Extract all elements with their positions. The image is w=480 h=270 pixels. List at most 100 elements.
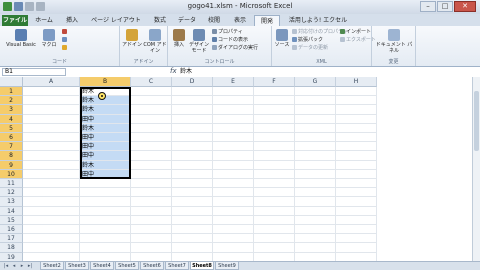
cell-h10[interactable] [336, 169, 377, 179]
cell-b4[interactable]: 田中 [80, 114, 131, 124]
sheet-tab-sheet9[interactable]: Sheet9 [215, 262, 239, 270]
cell-c2[interactable] [131, 96, 172, 106]
first-sheet-icon[interactable]: |◂ [3, 263, 9, 269]
cell-d8[interactable] [172, 151, 213, 161]
tab-page-layout[interactable]: ページ レイアウト [86, 15, 146, 26]
cell-f6[interactable] [254, 133, 295, 143]
sheet-tab-sheet6[interactable]: Sheet6 [140, 262, 164, 270]
cell-d13[interactable] [172, 197, 213, 207]
column-header-a[interactable]: A [23, 77, 80, 87]
cell-d6[interactable] [172, 133, 213, 143]
cell-e4[interactable] [213, 114, 254, 124]
tab-review[interactable]: 校閲 [202, 15, 226, 26]
cell-h4[interactable] [336, 114, 377, 124]
cell-f3[interactable] [254, 105, 295, 115]
cell-a8[interactable] [23, 151, 80, 161]
document-panel-button[interactable]: ドキュメント パネル [374, 29, 414, 54]
row-header-5[interactable]: 5 [0, 123, 23, 133]
cell-f18[interactable] [254, 243, 295, 253]
prev-sheet-icon[interactable]: ◂ [11, 263, 17, 269]
tab-custom[interactable]: 活用しよう! エクセル [282, 15, 354, 26]
minimize-button[interactable]: – [420, 1, 436, 12]
tab-view[interactable]: 表示 [228, 15, 252, 26]
cell-e12[interactable] [213, 188, 254, 198]
row-header-9[interactable]: 9 [0, 160, 23, 170]
cell-c8[interactable] [131, 151, 172, 161]
cell-g10[interactable] [295, 169, 336, 179]
cell-g13[interactable] [295, 197, 336, 207]
row-header-8[interactable]: 8 [0, 151, 23, 161]
cell-c9[interactable] [131, 160, 172, 170]
column-header-h[interactable]: H [336, 77, 377, 87]
cell-e17[interactable] [213, 234, 254, 244]
cell-b12[interactable] [80, 188, 131, 198]
com-addins-button[interactable]: COM アドイン [143, 29, 167, 54]
cell-f15[interactable] [254, 215, 295, 225]
cell-f9[interactable] [254, 160, 295, 170]
cell-a3[interactable] [23, 105, 80, 115]
cell-g4[interactable] [295, 114, 336, 124]
cell-b8[interactable]: 田中 [80, 151, 131, 161]
cell-h14[interactable] [336, 206, 377, 216]
sheet-tab-sheet8[interactable]: Sheet8 [190, 262, 214, 270]
cell-g16[interactable] [295, 225, 336, 235]
cell-e14[interactable] [213, 206, 254, 216]
relative-ref-row[interactable] [62, 37, 68, 43]
cell-b17[interactable] [80, 234, 131, 244]
cell-a16[interactable] [23, 225, 80, 235]
cell-e3[interactable] [213, 105, 254, 115]
cell-f4[interactable] [254, 114, 295, 124]
cell-g15[interactable] [295, 215, 336, 225]
cell-a13[interactable] [23, 197, 80, 207]
cell-c14[interactable] [131, 206, 172, 216]
cell-c15[interactable] [131, 215, 172, 225]
cell-h2[interactable] [336, 96, 377, 106]
cell-d4[interactable] [172, 114, 213, 124]
row-header-14[interactable]: 14 [0, 206, 23, 216]
cell-b15[interactable] [80, 215, 131, 225]
cell-f12[interactable] [254, 188, 295, 198]
cell-c10[interactable] [131, 169, 172, 179]
row-header-10[interactable]: 10 [0, 169, 23, 179]
cell-d16[interactable] [172, 225, 213, 235]
cell-h16[interactable] [336, 225, 377, 235]
cell-d11[interactable] [172, 179, 213, 189]
cell-c12[interactable] [131, 188, 172, 198]
tab-file[interactable]: ファイル [2, 15, 28, 26]
record-macro-row[interactable] [62, 29, 68, 35]
row-header-16[interactable]: 16 [0, 225, 23, 235]
cell-d9[interactable] [172, 160, 213, 170]
maximize-button[interactable]: □ [437, 1, 453, 12]
view-code-row[interactable]: コードの表示 [212, 37, 248, 43]
row-header-11[interactable]: 11 [0, 179, 23, 189]
export-row[interactable]: エクスポート [340, 37, 376, 43]
expansion-packs-row[interactable]: 拡張パック [292, 37, 323, 43]
cell-a11[interactable] [23, 179, 80, 189]
sheet-tab-sheet2[interactable]: Sheet2 [40, 262, 64, 270]
cell-g5[interactable] [295, 123, 336, 133]
cell-a1[interactable] [23, 87, 80, 97]
cell-h7[interactable] [336, 142, 377, 152]
cell-h12[interactable] [336, 188, 377, 198]
row-header-6[interactable]: 6 [0, 133, 23, 143]
next-sheet-icon[interactable]: ▸ [19, 263, 25, 269]
cell-b14[interactable] [80, 206, 131, 216]
name-box[interactable]: B1 [2, 68, 66, 76]
worksheet-grid[interactable]: A B C D E F G H 1 鈴木 2 鈴木 3 鈴木 4 田中 5 鈴木 6 田中 7 田中 8 田中 9 鈴木 10 田中 1… [0, 77, 480, 270]
cell-a6[interactable] [23, 133, 80, 143]
cell-h13[interactable] [336, 197, 377, 207]
sheet-tab-sheet7[interactable]: Sheet7 [165, 262, 189, 270]
cell-a7[interactable] [23, 142, 80, 152]
cell-g14[interactable] [295, 206, 336, 216]
row-header-2[interactable]: 2 [0, 96, 23, 106]
row-header-7[interactable]: 7 [0, 142, 23, 152]
xml-source-button[interactable]: ソース [274, 29, 290, 48]
cell-c11[interactable] [131, 179, 172, 189]
cell-b5[interactable]: 鈴木 [80, 123, 131, 133]
cell-a15[interactable] [23, 215, 80, 225]
refresh-data-row[interactable]: データの更新 [292, 45, 328, 51]
cell-a5[interactable] [23, 123, 80, 133]
tab-home[interactable]: ホーム [30, 15, 58, 26]
function-icon[interactable]: fx [170, 67, 177, 75]
vertical-scrollbar[interactable] [472, 77, 480, 261]
